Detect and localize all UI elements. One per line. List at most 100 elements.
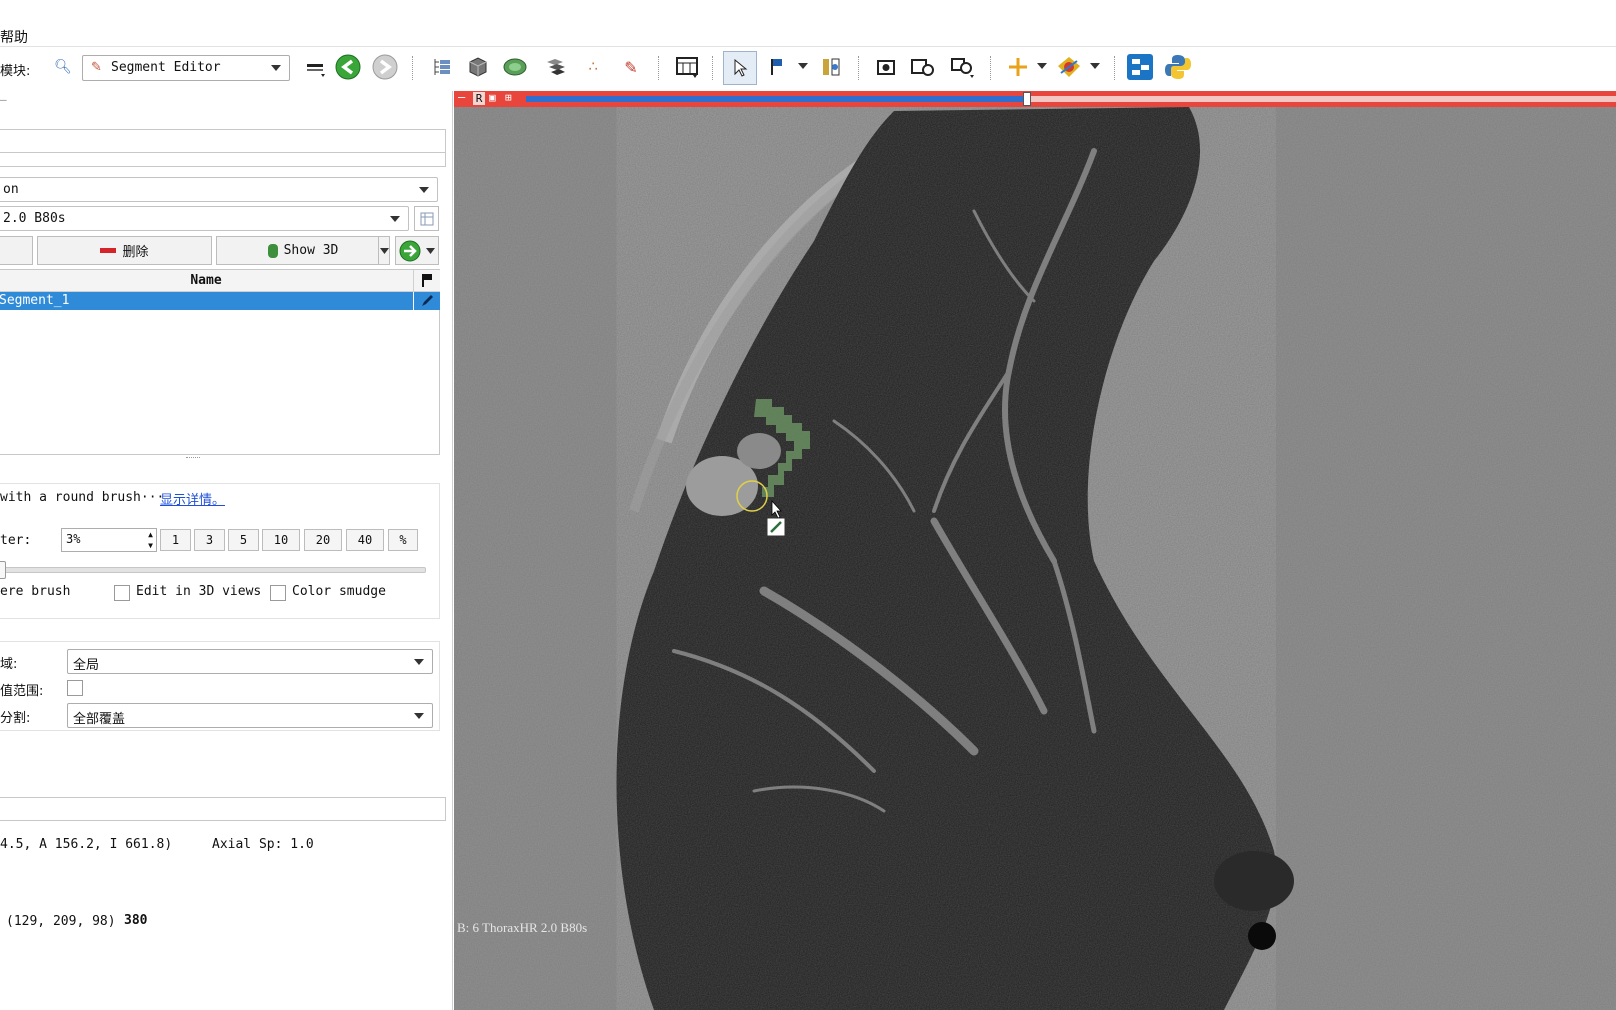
toolbar-separator bbox=[412, 56, 414, 80]
chevron-down-icon bbox=[414, 713, 424, 719]
python-console-field[interactable] bbox=[0, 797, 446, 821]
data-icon[interactable] bbox=[427, 52, 457, 82]
intensity-range-label: 值范围: bbox=[0, 684, 44, 699]
flag-icon[interactable] bbox=[413, 270, 440, 292]
corner-annotation: B: 6 ThoraxHR 2.0 B80s bbox=[457, 920, 588, 935]
preset-button-5[interactable]: 5 bbox=[228, 529, 259, 551]
fiducial-icon[interactable] bbox=[764, 52, 794, 82]
editor-icon[interactable]: ✎ bbox=[616, 52, 646, 82]
effect-description: with a round brush··· bbox=[0, 490, 165, 505]
diameter-slider[interactable] bbox=[0, 567, 426, 573]
crosshair-icon[interactable] bbox=[1003, 52, 1033, 82]
diameter-value: 3% bbox=[66, 532, 81, 546]
chevron-down-icon bbox=[390, 216, 400, 222]
scene-view-icon[interactable] bbox=[948, 52, 978, 82]
transforms-icon[interactable] bbox=[540, 52, 570, 82]
preset-button-1[interactable]: 1 bbox=[160, 529, 191, 551]
edit-pencil-icon[interactable] bbox=[413, 292, 440, 310]
toolbar-separator bbox=[712, 56, 714, 80]
search-icon[interactable]: 🔍︎ bbox=[48, 52, 78, 82]
delete-segment-button[interactable]: 删除 bbox=[37, 236, 212, 265]
segment-name[interactable]: Segment_1 bbox=[0, 293, 69, 308]
add-segment-button[interactable] bbox=[0, 236, 33, 265]
preset-button-20[interactable]: 20 bbox=[304, 529, 342, 551]
ct-slice-image bbox=[454, 91, 1616, 1010]
arrow-right-icon bbox=[399, 240, 421, 261]
segmentation-export-button[interactable] bbox=[395, 236, 439, 265]
intensity-range-checkbox[interactable] bbox=[67, 680, 83, 696]
color-smudge-label: Color smudge bbox=[292, 584, 386, 599]
menu-bar: 帮助 bbox=[0, 26, 1616, 46]
markups-icon[interactable]: ∴ bbox=[578, 52, 608, 82]
back-icon[interactable] bbox=[333, 52, 363, 82]
preset-button-40[interactable]: 40 bbox=[346, 529, 384, 551]
show-details-link[interactable]: 显示详情。 bbox=[160, 489, 225, 508]
crosshair-link-icon[interactable] bbox=[816, 52, 846, 82]
layout-icon[interactable] bbox=[672, 52, 702, 82]
slice-controller: — R ▣ ⊞ bbox=[454, 90, 1616, 107]
model-3d-icon bbox=[267, 243, 278, 258]
geometry-button[interactable] bbox=[414, 206, 439, 231]
history-icon[interactable] bbox=[300, 52, 330, 82]
link-icon[interactable]: ▣ bbox=[489, 91, 496, 104]
extensions-icon[interactable] bbox=[1125, 52, 1155, 82]
models-icon[interactable] bbox=[500, 52, 530, 82]
pin-icon[interactable]: — bbox=[458, 90, 465, 104]
red-slice-view[interactable]: B: 6 ThoraxHR 2.0 B80s bbox=[454, 91, 1616, 1010]
slice-offset-fill bbox=[526, 96, 1028, 102]
master-volume-selector[interactable]: 2.0 B80s bbox=[0, 206, 409, 231]
chevron-down-icon[interactable] bbox=[1034, 52, 1050, 82]
segmentation-selector[interactable]: on bbox=[0, 177, 438, 202]
chevron-down-icon[interactable] bbox=[378, 236, 390, 265]
spin-arrows-icon[interactable]: ▲ ▼ bbox=[148, 529, 153, 551]
module-value: Segment Editor bbox=[111, 60, 221, 75]
preset-button-percent[interactable]: % bbox=[388, 529, 418, 551]
slice-offset-slider[interactable] bbox=[526, 92, 1616, 106]
forward-icon[interactable] bbox=[370, 52, 400, 82]
axial-spacing: Axial Sp: 1.0 bbox=[212, 837, 314, 852]
module-icon: ✎ bbox=[91, 60, 102, 75]
select-icon[interactable] bbox=[723, 51, 757, 85]
table-header-name[interactable]: Name bbox=[0, 270, 413, 292]
screenshot-icon[interactable] bbox=[871, 52, 901, 82]
show-3d-label: Show 3D bbox=[283, 243, 339, 258]
module-selector[interactable]: ✎ Segment Editor bbox=[82, 55, 290, 81]
color-smudge-checkbox[interactable] bbox=[270, 585, 286, 601]
chevron-down-icon bbox=[271, 65, 281, 71]
master-volume-value: 2.0 B80s bbox=[3, 211, 66, 226]
slice-offset-handle[interactable] bbox=[1023, 92, 1032, 106]
help-field[interactable] bbox=[0, 129, 446, 153]
editable-area-label: 域: bbox=[0, 657, 18, 672]
overwrite-value: 全部覆盖 bbox=[73, 712, 126, 727]
menu-help[interactable]: 帮助 bbox=[0, 27, 28, 47]
toolbar-separator bbox=[990, 56, 992, 80]
splitter-handle[interactable] bbox=[186, 457, 200, 460]
toolbar-separator bbox=[1114, 56, 1116, 80]
chevron-down-icon bbox=[426, 247, 435, 254]
layout-grid-icon[interactable]: ⊞ bbox=[505, 91, 512, 104]
panel-collapse-icon[interactable]: – bbox=[0, 93, 7, 106]
overwrite-selector[interactable]: 全部覆盖 bbox=[67, 703, 433, 728]
preset-button-3[interactable]: 3 bbox=[194, 529, 225, 551]
show-3d-button[interactable]: Show 3D bbox=[216, 236, 390, 265]
chevron-down-icon[interactable] bbox=[795, 52, 811, 82]
grid-icon bbox=[420, 212, 433, 225]
diameter-spinbox[interactable]: 3% ▲ ▼ bbox=[61, 528, 157, 552]
table-row[interactable]: Segment_1 bbox=[0, 292, 413, 310]
toolbar-separator bbox=[858, 56, 860, 80]
delete-label: 删除 bbox=[122, 245, 149, 260]
preset-button-10[interactable]: 10 bbox=[262, 529, 300, 551]
overwrite-label: 分割: bbox=[0, 711, 31, 726]
chevron-down-icon[interactable] bbox=[1087, 52, 1103, 82]
toolbar-separator bbox=[658, 56, 660, 80]
edit-3d-checkbox[interactable] bbox=[114, 585, 130, 601]
mouse-mode-icon[interactable] bbox=[1054, 52, 1084, 82]
slice-orientation-label[interactable]: R bbox=[473, 92, 485, 105]
editable-area-selector[interactable]: 全局 bbox=[67, 649, 433, 674]
slider-handle[interactable] bbox=[0, 561, 6, 579]
capture-icon[interactable] bbox=[908, 52, 938, 82]
help-field-bottom bbox=[0, 153, 446, 167]
ras-coordinates: 4.5, A 156.2, I 661.8) bbox=[0, 837, 173, 852]
python-icon[interactable] bbox=[1163, 52, 1193, 82]
volumes-icon[interactable] bbox=[463, 52, 493, 82]
